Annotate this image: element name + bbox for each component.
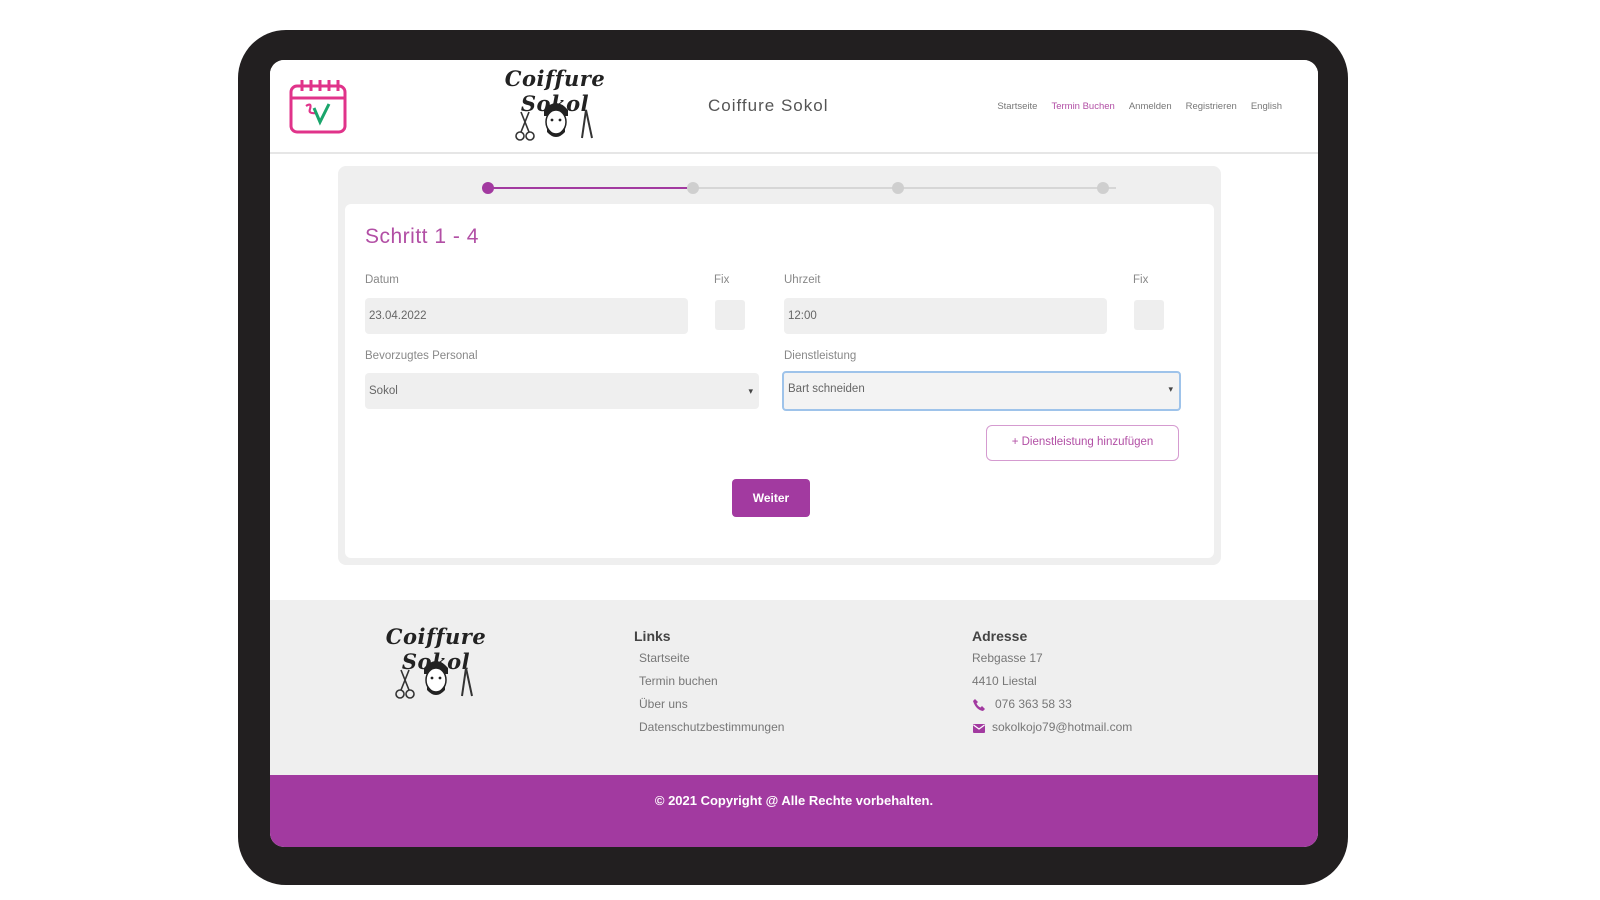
footer-address-title: Adresse [972,628,1028,644]
nav-item-home[interactable]: Startseite [997,101,1037,112]
nav-item-register[interactable]: Registrieren [1186,101,1237,112]
chevron-down-icon: ▾ [1168,384,1173,394]
brand-logo[interactable]: Coiffure Sokol [490,66,620,150]
barber-face-icon [544,103,568,137]
step-dot-4 [1097,182,1109,194]
footer-links-title: Links [634,628,671,644]
barber-face-icon [424,661,448,695]
step-progress [482,182,1126,194]
footer-barber-art [395,661,473,699]
date-field[interactable]: 23.04.2022 [365,298,688,334]
calendar-check-icon[interactable] [288,76,348,136]
scissors-icon [395,669,415,699]
time-field[interactable]: 12:00 [784,298,1107,334]
phone-number[interactable]: 076 363 58 33 [995,697,1072,711]
phone-icon [973,699,985,711]
mail-icon [973,724,985,733]
razor-icon [581,109,593,139]
footer-link-book[interactable]: Termin buchen [639,674,718,688]
date-fix-checkbox[interactable] [715,300,745,330]
address-street: Rebgasse 17 [972,651,1043,665]
nav-item-language[interactable]: English [1251,101,1282,112]
booking-form: Schritt 1 - 4 Datum Fix Uhrzeit Fix 23.0… [345,204,1214,558]
staff-label: Bevorzugtes Personal [365,350,478,362]
chevron-down-icon: ▾ [748,386,753,396]
footer-logo[interactable]: Coiffure Sokol [366,624,506,708]
next-button[interactable]: Weiter [732,479,810,517]
progress-fill [486,187,696,189]
staff-select-value: Sokol [369,385,398,397]
razor-icon [461,667,473,697]
staff-select[interactable]: Sokol ▾ [365,373,759,409]
booking-card: Schritt 1 - 4 Datum Fix Uhrzeit Fix 23.0… [338,166,1221,565]
footer-link-about[interactable]: Über uns [639,697,688,711]
barber-art [515,103,593,141]
step-title: Schritt 1 - 4 [365,225,479,248]
step-dot-1 [482,182,494,194]
nav-item-book[interactable]: Termin Buchen [1051,101,1114,112]
step-dot-2 [687,182,699,194]
service-label: Dienstleistung [784,350,857,362]
screen: Coiffure Sokol [270,60,1318,847]
site-footer: Coiffure Sokol [270,600,1318,775]
nav-item-login[interactable]: Anmelden [1129,101,1172,112]
service-select[interactable]: Bart schneiden ▾ [782,371,1181,411]
time-fix-checkbox[interactable] [1134,300,1164,330]
step-dot-3 [892,182,904,194]
time-label: Uhrzeit [784,274,821,286]
site-title: Coiffure Sokol [708,96,829,115]
footer-link-home[interactable]: Startseite [639,651,690,665]
copyright-bar: © 2021 Copyright @ Alle Rechte vorbehalt… [270,775,1318,847]
date-fix-label: Fix [714,274,730,286]
add-service-button[interactable]: + Dienstleistung hinzufügen [986,425,1179,461]
date-label: Datum [365,274,399,286]
email-address[interactable]: sokolkojo79@hotmail.com [992,720,1132,734]
site-header: Coiffure Sokol [270,60,1318,154]
time-fix-label: Fix [1133,274,1149,286]
service-select-value: Bart schneiden [788,383,865,395]
scissors-icon [515,111,535,141]
main-nav: Startseite Termin Buchen Anmelden Regist… [997,101,1282,112]
footer-link-privacy[interactable]: Datenschutzbestimmungen [639,720,784,734]
address-city: 4410 Liestal [972,674,1037,688]
